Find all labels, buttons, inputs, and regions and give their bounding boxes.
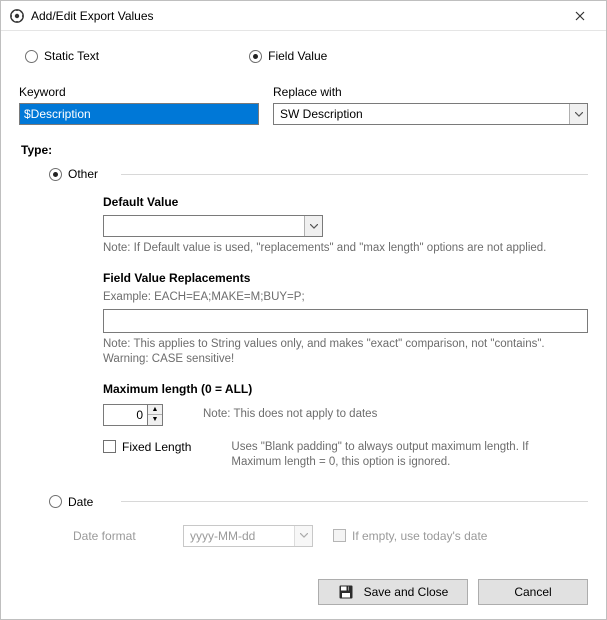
- type-block: Other Default Value Note: If Default val…: [19, 167, 588, 547]
- field-value-radio[interactable]: Field Value: [249, 49, 327, 63]
- default-value-combo[interactable]: [103, 215, 323, 237]
- divider: [121, 174, 588, 175]
- type-date-radio[interactable]: Date: [49, 495, 109, 509]
- close-button[interactable]: [558, 2, 602, 30]
- app-icon: [9, 8, 25, 24]
- use-today-checkbox: If empty, use today's date: [333, 529, 487, 543]
- keyword-col: Keyword: [19, 85, 259, 125]
- chevron-down-icon: [304, 216, 322, 236]
- replacements-heading: Field Value Replacements: [103, 271, 588, 285]
- window-title: Add/Edit Export Values: [31, 9, 558, 23]
- replace-with-combo[interactable]: SW Description: [273, 103, 588, 125]
- date-format-label: Date format: [73, 529, 163, 543]
- type-date-block: Date Date format yyyy-MM-dd If empty, u: [49, 495, 588, 547]
- use-today-label: If empty, use today's date: [352, 529, 487, 543]
- chevron-down-icon: [294, 526, 312, 546]
- keyword-label: Keyword: [19, 85, 259, 99]
- type-date-label: Date: [68, 495, 93, 509]
- checkbox-disabled-icon: [333, 529, 346, 542]
- radio-unchecked-icon: [25, 50, 38, 63]
- default-value-heading: Default Value: [103, 195, 588, 209]
- replacements-example: Example: EACH=EA;MAKE=M;BUY=P;: [103, 291, 588, 303]
- cancel-button[interactable]: Cancel: [478, 579, 588, 605]
- content-area: Static Text Field Value Keyword Replace …: [1, 31, 606, 569]
- maxlen-input[interactable]: [103, 404, 147, 426]
- chevron-down-icon: [569, 104, 587, 124]
- date-format-combo: yyyy-MM-dd: [183, 525, 313, 547]
- cancel-label: Cancel: [514, 585, 551, 599]
- radio-checked-icon: [249, 50, 262, 63]
- type-label: Type:: [21, 143, 588, 157]
- replace-label: Replace with: [273, 85, 588, 99]
- replacements-note: Note: This applies to String values only…: [103, 337, 588, 368]
- radio-unchecked-icon: [49, 495, 62, 508]
- default-value-note: Note: If Default value is used, "replace…: [103, 241, 588, 257]
- date-format-value: yyyy-MM-dd: [184, 529, 294, 543]
- fixed-length-note: Uses "Blank padding" to always output ma…: [231, 440, 531, 471]
- fixed-length-label: Fixed Length: [122, 440, 191, 454]
- save-and-close-button[interactable]: Save and Close: [318, 579, 468, 605]
- replace-col: Replace with SW Description: [273, 85, 588, 125]
- spin-down-icon[interactable]: ▼: [148, 415, 162, 425]
- maxlen-note: Note: This does not apply to dates: [203, 407, 377, 423]
- type-other-radio[interactable]: Other: [49, 167, 109, 181]
- type-date-head: Date: [49, 495, 588, 509]
- radio-checked-icon: [49, 168, 62, 181]
- type-other-head: Other: [49, 167, 588, 181]
- maxlen-heading: Maximum length (0 = ALL): [103, 382, 588, 396]
- spin-up-icon[interactable]: ▲: [148, 405, 162, 416]
- save-label: Save and Close: [364, 585, 449, 599]
- fixed-length-row: Fixed Length Uses "Blank padding" to alw…: [103, 440, 588, 471]
- maxlen-row: ▲ ▼ Note: This does not apply to dates: [103, 404, 588, 426]
- titlebar: Add/Edit Export Values: [1, 1, 606, 31]
- static-text-label: Static Text: [44, 49, 99, 63]
- date-row: Date format yyyy-MM-dd If empty, use tod…: [49, 525, 588, 547]
- keyword-input[interactable]: [19, 103, 259, 125]
- maxlen-spinner[interactable]: ▲ ▼: [103, 404, 163, 426]
- dialog-window: Add/Edit Export Values Static Text Field…: [0, 0, 607, 620]
- fixed-length-checkbox[interactable]: Fixed Length: [103, 440, 191, 454]
- mode-radio-group: Static Text Field Value: [19, 49, 588, 63]
- replace-with-value: SW Description: [274, 107, 569, 121]
- keyword-replace-row: Keyword Replace with SW Description: [19, 85, 588, 125]
- field-value-label: Field Value: [268, 49, 327, 63]
- save-icon: [338, 584, 354, 600]
- button-bar: Save and Close Cancel: [1, 569, 606, 619]
- checkbox-unchecked-icon: [103, 440, 116, 453]
- divider: [121, 501, 588, 502]
- other-inner: Default Value Note: If Default value is …: [49, 181, 588, 471]
- spinner-buttons[interactable]: ▲ ▼: [147, 404, 163, 426]
- replacements-input[interactable]: [103, 309, 588, 333]
- static-text-radio[interactable]: Static Text: [25, 49, 99, 63]
- type-other-label: Other: [68, 167, 98, 181]
